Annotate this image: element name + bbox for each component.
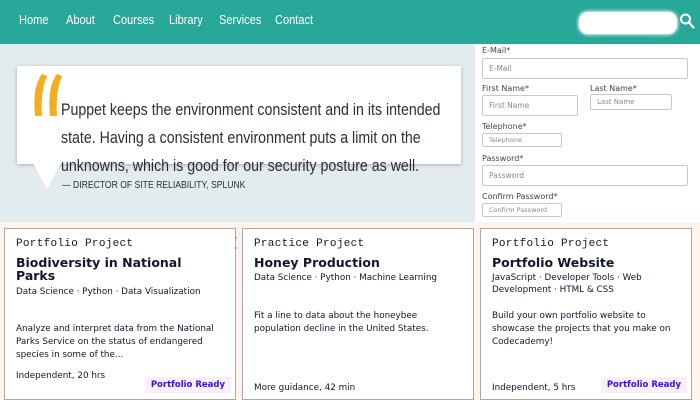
- nav-link-contact[interactable]: Contact: [275, 12, 313, 27]
- project-tags: Data Science · Python · Machine Learning: [254, 273, 437, 283]
- telephone-field[interactable]: Telephone: [482, 133, 562, 147]
- nav-link-home[interactable]: Home: [19, 12, 48, 27]
- portfolio-ready-badge: Portfolio Ready: [600, 377, 687, 393]
- project-description: Analyze and interpret data from the Nati…: [16, 324, 214, 360]
- password-field[interactable]: Password: [482, 165, 688, 186]
- project-description: Fit a line to data about the honeybee po…: [254, 311, 429, 334]
- project-duration: More guidance, 42 min: [254, 383, 356, 393]
- email-field[interactable]: E-Mail: [482, 58, 688, 79]
- testimonial-card-pointer: [33, 163, 61, 189]
- project-tags: Data Science · Python · Data Visualizati…: [16, 287, 201, 297]
- telephone-label: Telephone*: [482, 122, 527, 131]
- signup-form: E-Mail* E-Mail First Name* First Name La…: [475, 44, 700, 222]
- project-duration: Independent, 20 hrs: [16, 371, 106, 381]
- testimonial-quote: Puppet keeps the environment consistent …: [61, 101, 441, 175]
- password-label: Password*: [482, 154, 524, 163]
- nav-link-services[interactable]: Services: [219, 12, 261, 27]
- project-type-label: Portfolio Project: [492, 238, 610, 250]
- project-title[interactable]: Portfolio Website: [492, 256, 697, 269]
- confirm-password-label: Confirm Password*: [482, 192, 558, 201]
- nav-link-library[interactable]: Library: [169, 12, 203, 27]
- top-navigation: Home About Courses Library Services Cont…: [0, 0, 700, 44]
- project-card-biodiversity[interactable]: Portfolio Project Biodiversity in Nation…: [4, 228, 236, 400]
- portfolio-ready-badge: Portfolio Ready: [144, 377, 231, 393]
- project-card-honey-production[interactable]: Practice Project Honey Production Data S…: [242, 228, 474, 400]
- nav-link-about[interactable]: About: [66, 12, 95, 27]
- confirm-password-field[interactable]: Confirm Password: [482, 203, 562, 217]
- last-name-field[interactable]: Last Name: [590, 94, 672, 110]
- email-label: E-Mail*: [482, 46, 511, 55]
- first-name-label: First Name*: [482, 84, 529, 93]
- project-title[interactable]: Biodiversity in National Parks: [16, 256, 221, 282]
- project-card-portfolio-website[interactable]: Portfolio Project Portfolio Website Java…: [480, 228, 692, 400]
- search-input[interactable]: [579, 12, 677, 34]
- project-type-label: Portfolio Project: [16, 238, 134, 250]
- search-icon[interactable]: [679, 12, 695, 30]
- first-name-field[interactable]: First Name: [482, 95, 578, 116]
- testimonial-attribution: — DIRECTOR OF SITE RELIABILITY, SPLUNK: [62, 179, 246, 191]
- project-tags: JavaScript · Developer Tools · Web Devel…: [492, 273, 642, 295]
- project-duration: Independent, 5 hrs: [492, 383, 576, 393]
- project-title[interactable]: Honey Production: [254, 256, 459, 269]
- project-description: Build your own portfolio website to show…: [492, 311, 671, 347]
- last-name-label: Last Name*: [590, 84, 637, 93]
- project-type-label: Practice Project: [254, 238, 365, 250]
- nav-link-courses[interactable]: Courses: [113, 12, 154, 27]
